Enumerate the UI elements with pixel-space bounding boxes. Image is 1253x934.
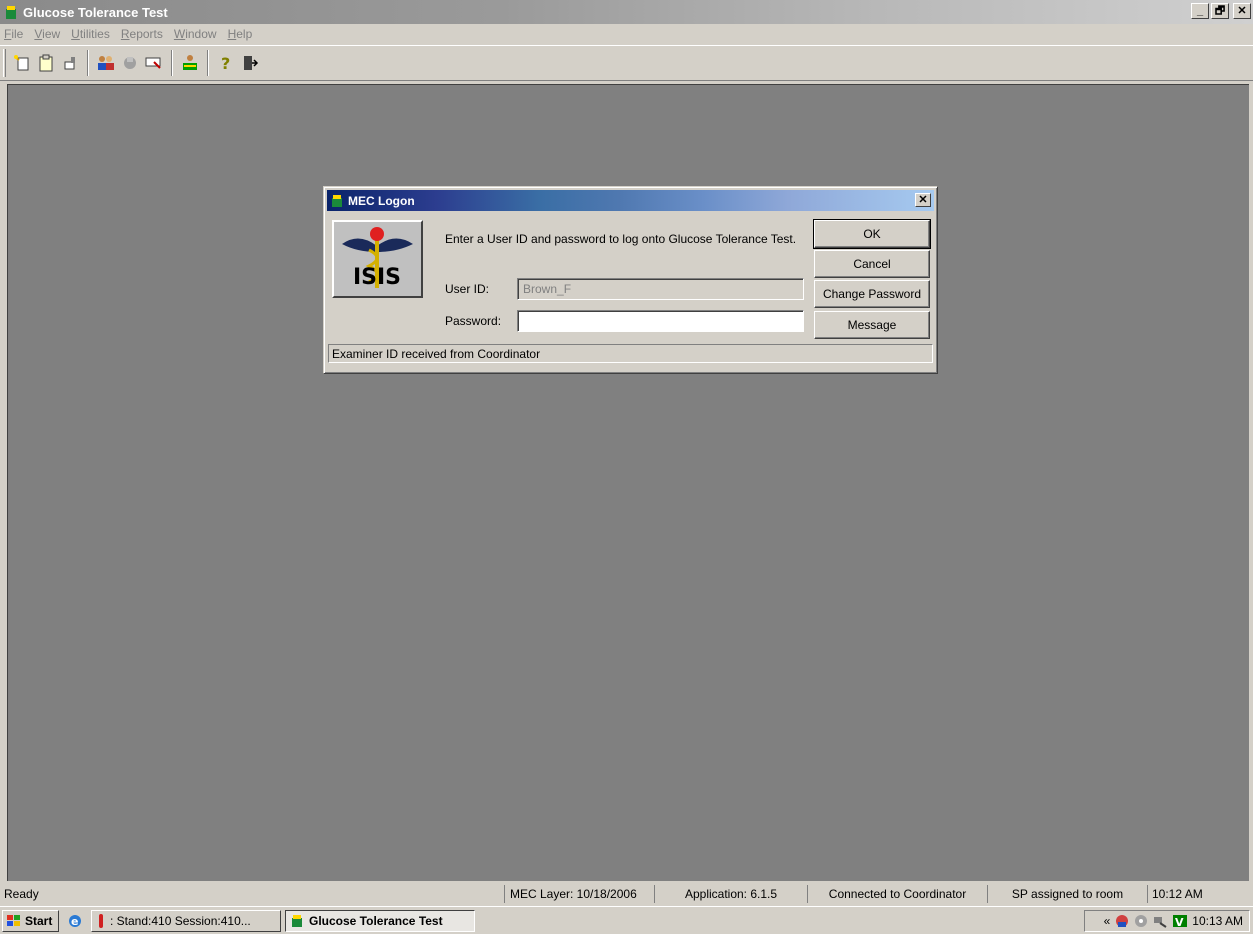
password-field[interactable] xyxy=(517,310,804,332)
toolbar-grip xyxy=(3,49,6,77)
network-icon[interactable] xyxy=(1152,913,1168,929)
help-icon[interactable]: ? xyxy=(214,51,238,75)
task2-label: Glucose Tolerance Test xyxy=(309,913,443,928)
change-password-button[interactable]: Change Password xyxy=(814,280,930,308)
logo-text: ISIS xyxy=(353,265,401,290)
network-alert-icon[interactable] xyxy=(1114,913,1130,929)
eraser-icon[interactable] xyxy=(58,51,82,75)
app-icon xyxy=(292,914,302,927)
toolbar-separator xyxy=(87,50,89,76)
hand-icon[interactable] xyxy=(118,51,142,75)
test-tube-icon xyxy=(99,913,103,928)
cancel-button[interactable]: Cancel xyxy=(814,250,930,278)
menu-bar: File View Utilities Reports Window Help xyxy=(0,24,1253,44)
tray-expand-icon[interactable]: « xyxy=(1104,914,1111,928)
isis-logo: ISIS xyxy=(332,220,423,298)
internet-explorer-icon[interactable]: e xyxy=(63,910,87,932)
taskbar-item-glucose-tolerance-test[interactable]: Glucose Tolerance Test xyxy=(285,909,475,932)
menu-view[interactable]: View xyxy=(34,27,60,41)
menu-window[interactable]: Window xyxy=(174,27,217,41)
user-id-field: Brown_F xyxy=(517,278,804,300)
toolbar-separator xyxy=(171,50,173,76)
dialog-title-bar: MEC Logon ✕ xyxy=(327,190,934,211)
tray-clock: 10:13 AM xyxy=(1192,914,1243,928)
status-application: Application: 6.1.5 xyxy=(655,885,808,903)
logon-message: Enter a User ID and password to log onto… xyxy=(445,232,797,246)
people-icon[interactable] xyxy=(94,51,118,75)
password-label: Password: xyxy=(445,314,502,328)
menu-utilities[interactable]: Utilities xyxy=(71,27,110,41)
status-bar: Ready MEC Layer: 10/18/2006 Application:… xyxy=(0,884,1253,904)
status-time: 10:12 AM xyxy=(1152,887,1203,901)
exit-icon[interactable] xyxy=(238,51,262,75)
disc-icon[interactable] xyxy=(1134,914,1148,928)
dialog-close-button[interactable]: ✕ xyxy=(915,193,931,207)
status-sp: SP assigned to room xyxy=(988,885,1148,903)
windows-logo-icon xyxy=(7,914,20,926)
dialog-status-text: Examiner ID received from Coordinator xyxy=(328,344,933,363)
svg-text:?: ? xyxy=(221,54,230,72)
task1-label: : Stand:410 Session:410... xyxy=(110,913,251,928)
toolbar-separator xyxy=(207,50,209,76)
app-title-bar: Glucose Tolerance Test _ 🗗 ✕ xyxy=(0,0,1253,24)
system-tray: « V 10:13 AM xyxy=(1084,910,1250,932)
menu-reports[interactable]: Reports xyxy=(121,27,163,41)
start-label: Start xyxy=(25,913,53,928)
menu-file[interactable]: File xyxy=(4,27,23,41)
clipboard-icon[interactable] xyxy=(34,51,58,75)
caduceus-icon: ISIS xyxy=(342,227,413,290)
close-button[interactable]: ✕ xyxy=(1233,3,1251,19)
menu-help[interactable]: Help xyxy=(228,27,253,41)
antivirus-icon[interactable]: V xyxy=(1172,913,1188,929)
dialog-app-icon xyxy=(332,194,342,207)
transfer-icon[interactable] xyxy=(178,51,202,75)
status-connection: Connected to Coordinator xyxy=(808,885,988,903)
app-icon xyxy=(6,6,16,19)
restore-button[interactable]: 🗗 xyxy=(1211,3,1229,19)
taskbar-item-stand-session[interactable]: : Stand:410 Session:410... xyxy=(91,909,281,932)
svg-text:e: e xyxy=(71,915,78,928)
user-id-label: User ID: xyxy=(445,282,490,296)
status-ready: Ready xyxy=(0,885,505,903)
taskbar: Start e : Stand:410 Session:410... Gluco… xyxy=(0,906,1253,934)
minimize-button[interactable]: _ xyxy=(1191,3,1209,19)
new-session-icon[interactable] xyxy=(10,51,34,75)
pointer-edit-icon[interactable] xyxy=(142,51,166,75)
toolbar: ? xyxy=(0,45,1253,81)
start-button[interactable]: Start xyxy=(2,909,59,932)
ok-button[interactable]: OK xyxy=(813,219,931,249)
mec-logon-dialog: MEC Logon ✕ ISIS Enter a User ID and pas… xyxy=(323,186,938,374)
window-title: Glucose Tolerance Test xyxy=(23,4,168,20)
dialog-title: MEC Logon xyxy=(348,193,415,208)
svg-text:V: V xyxy=(1175,916,1184,929)
status-mec-layer: MEC Layer: 10/18/2006 xyxy=(505,885,655,903)
message-button[interactable]: Message xyxy=(814,311,930,339)
